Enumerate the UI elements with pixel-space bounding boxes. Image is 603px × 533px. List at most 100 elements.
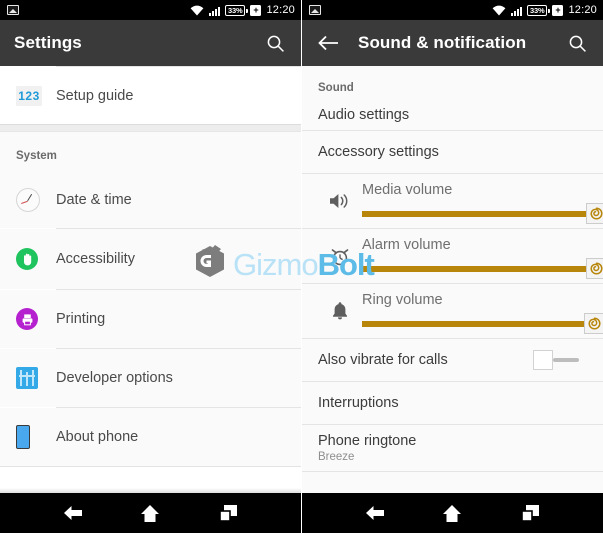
- list-item-date-time[interactable]: Date & time: [0, 172, 301, 228]
- slider-track: [362, 265, 589, 272]
- list-item-text: Audio settings: [318, 107, 409, 123]
- divider: [0, 466, 301, 467]
- volume-row-ring[interactable]: Ring volume: [302, 284, 603, 338]
- volume-row-media[interactable]: Media volume: [302, 174, 603, 228]
- list-item-text: About phone: [56, 429, 138, 445]
- status-bar-notifications: [7, 5, 19, 15]
- alarm-volume-slider[interactable]: [362, 258, 603, 279]
- navigation-bar-right[interactable]: [302, 493, 603, 533]
- accessibility-hand-icon: [16, 248, 56, 270]
- vibrate-toggle[interactable]: [533, 350, 587, 370]
- developer-options-icon: [16, 367, 56, 389]
- volume-control-media[interactable]: Media volume: [362, 181, 603, 224]
- nav-recents-icon[interactable]: [517, 500, 543, 526]
- page-title: Settings: [14, 33, 82, 52]
- cellular-signal-icon: [511, 5, 523, 16]
- list-item-label: Printing: [56, 311, 106, 327]
- list-item-text: Date & time: [56, 192, 132, 208]
- dual-screenshot-container: 33% + 12:20 Settings 123 Setup guide Sys…: [0, 0, 603, 533]
- list-item-text: Accessory settings: [318, 144, 439, 160]
- list-item-about-phone[interactable]: About phone: [0, 408, 301, 466]
- list-item-interruptions[interactable]: Interruptions: [302, 382, 603, 424]
- status-bar-notifications: [309, 5, 321, 15]
- section-header-system: System: [0, 132, 301, 172]
- status-bar-left: 33% + 12:20: [0, 0, 301, 20]
- speaker-icon: [318, 192, 362, 210]
- nav-home-icon[interactable]: [439, 500, 465, 526]
- list-item-label: Phone ringtone: [318, 433, 417, 449]
- navigation-bar-left[interactable]: [0, 493, 301, 533]
- page-title: Sound & notification: [358, 33, 527, 52]
- wifi-icon: [190, 5, 204, 16]
- nav-back-icon[interactable]: [362, 500, 388, 526]
- battery-level-label: 33%: [228, 5, 243, 15]
- list-item-printing[interactable]: Printing: [0, 290, 301, 348]
- search-icon[interactable]: [263, 31, 287, 55]
- list-item-phone-ringtone[interactable]: Phone ringtone Breeze: [302, 425, 603, 471]
- nav-back-icon[interactable]: [60, 500, 86, 526]
- nav-recents-icon[interactable]: [215, 500, 241, 526]
- wifi-icon: [492, 5, 506, 16]
- list-item-text: Phone ringtone Breeze: [318, 433, 416, 463]
- section-divider: [0, 124, 301, 132]
- status-bar-right: 33% + 12:20: [302, 0, 603, 20]
- list-item-text: Also vibrate for calls: [318, 352, 448, 368]
- list-item-label: Interruptions: [318, 395, 399, 411]
- photo-icon: [309, 5, 321, 15]
- sound-settings-list[interactable]: Sound Audio settings Accessory settings: [302, 66, 603, 493]
- list-item-text: Accessibility: [56, 251, 135, 267]
- search-icon[interactable]: [565, 31, 589, 55]
- toggle-thumb[interactable]: [533, 350, 553, 370]
- slider-track: [362, 210, 589, 217]
- list-item-accessory-settings[interactable]: Accessory settings: [302, 131, 603, 173]
- list-item-setup-guide[interactable]: 123 Setup guide: [0, 67, 301, 124]
- clock-icon: [16, 188, 56, 212]
- list-item-text: Printing: [56, 311, 105, 327]
- list-item-text: Setup guide: [56, 88, 133, 104]
- battery-charging-icon: +: [552, 4, 564, 16]
- toggle-track: [553, 358, 579, 362]
- volume-row-alarm[interactable]: Alarm volume: [302, 229, 603, 283]
- list-item-developer-options[interactable]: Developer options: [0, 349, 301, 407]
- slider-thumb-spiral-icon[interactable]: [584, 313, 603, 334]
- list-item-also-vibrate-for-calls[interactable]: Also vibrate for calls: [302, 339, 603, 381]
- list-item-label: Setup guide: [56, 87, 134, 104]
- section-header-sound: Sound: [302, 66, 603, 100]
- media-volume-slider[interactable]: [362, 203, 603, 224]
- volume-label: Media volume: [362, 181, 453, 198]
- back-arrow-icon[interactable]: [316, 31, 340, 55]
- status-bar-system-icons: 33% + 12:20: [190, 4, 295, 16]
- clock-label: 12:20: [568, 4, 597, 16]
- volume-label: Ring volume: [362, 291, 443, 308]
- battery-level-label: 33%: [530, 5, 545, 15]
- list-item-accessibility[interactable]: Accessibility: [0, 229, 301, 289]
- volume-control-ring[interactable]: Ring volume: [362, 291, 603, 334]
- cellular-signal-icon: [209, 5, 221, 16]
- volume-control-alarm[interactable]: Alarm volume: [362, 236, 603, 279]
- bell-icon: [318, 301, 362, 321]
- photo-icon: [7, 5, 19, 15]
- right-phone-screen: 33% + 12:20 Sound & notification Sound A…: [301, 0, 603, 533]
- divider: [302, 471, 603, 472]
- list-item-label: Accessory settings: [318, 144, 439, 160]
- list-item-label: Developer options: [56, 370, 173, 386]
- slider-thumb-spiral-icon[interactable]: [586, 258, 603, 279]
- clock-label: 12:20: [266, 4, 295, 16]
- slider-track: [362, 320, 587, 327]
- section-header-label: Sound: [318, 82, 354, 94]
- phone-device-icon: [16, 425, 56, 449]
- slider-thumb-spiral-icon[interactable]: [586, 203, 603, 224]
- left-phone-screen: 33% + 12:20 Settings 123 Setup guide Sys…: [0, 0, 301, 533]
- nav-home-icon[interactable]: [137, 500, 163, 526]
- settings-list[interactable]: 123 Setup guide System Date & time Acces…: [0, 66, 301, 493]
- battery-icon: 33%: [225, 4, 249, 16]
- list-item-label: Accessibility: [56, 251, 135, 267]
- ring-volume-slider[interactable]: [362, 313, 603, 334]
- status-bar-system-icons: 33% + 12:20: [492, 4, 597, 16]
- list-item-text: Interruptions: [318, 395, 399, 411]
- list-item-label: Date & time: [56, 192, 132, 208]
- volume-label: Alarm volume: [362, 236, 451, 253]
- printer-icon: [16, 308, 56, 330]
- action-bar-left: Settings: [0, 20, 301, 66]
- list-item-audio-settings[interactable]: Audio settings: [302, 100, 603, 130]
